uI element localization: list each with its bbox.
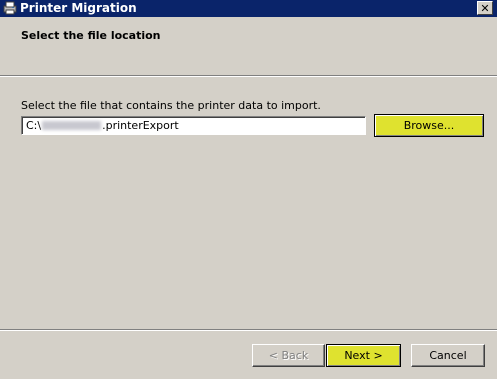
cancel-button[interactable]: Cancel bbox=[411, 344, 485, 367]
title-bar[interactable]: Printer Migration ✕ bbox=[0, 0, 497, 17]
footer-divider bbox=[0, 329, 497, 331]
file-path-suffix: .printerExport bbox=[102, 119, 179, 132]
next-button[interactable]: Next > bbox=[326, 344, 401, 367]
close-icon: ✕ bbox=[480, 1, 490, 15]
window-title: Printer Migration bbox=[20, 1, 137, 15]
redacted-path-segment bbox=[42, 121, 102, 130]
close-button[interactable]: ✕ bbox=[477, 1, 493, 15]
header-divider bbox=[0, 75, 497, 77]
file-path-input[interactable]: C:\ .printerExport bbox=[21, 116, 366, 135]
browse-button[interactable]: Browse... bbox=[374, 114, 484, 137]
wizard-header: Select the file location bbox=[0, 17, 497, 75]
page-title: Select the file location bbox=[21, 29, 161, 42]
printer-migration-icon bbox=[3, 1, 17, 15]
file-path-prefix: C:\ bbox=[26, 119, 42, 132]
file-prompt-label: Select the file that contains the printe… bbox=[21, 99, 321, 112]
back-button[interactable]: < Back bbox=[252, 344, 325, 367]
